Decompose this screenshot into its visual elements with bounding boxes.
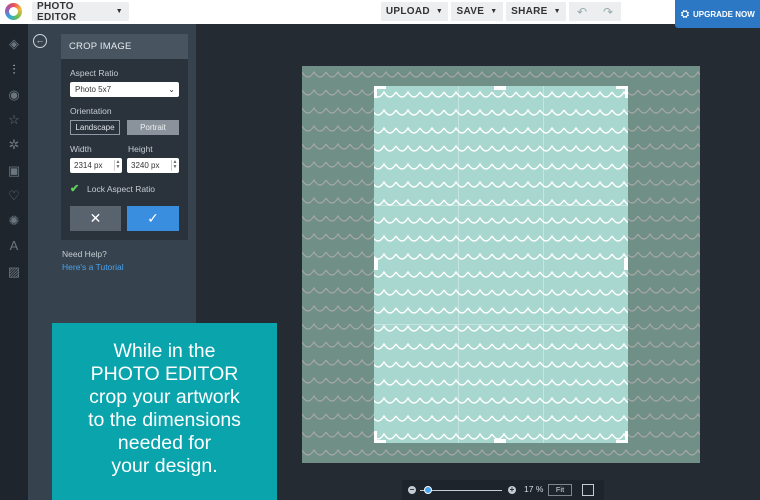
save-button[interactable]: SAVE ▼ — [451, 2, 503, 21]
stepper-icon[interactable]: ▲ ▼ — [114, 160, 121, 171]
grid-line — [543, 86, 544, 443]
text-icon[interactable]: A — [6, 238, 22, 254]
lock-aspect-label: Lock Aspect Ratio — [87, 184, 156, 194]
height-label: Height — [128, 144, 153, 154]
app-menu-dropdown[interactable]: PHOTO EDITOR ▼ — [32, 0, 129, 23]
share-label: SHARE — [511, 6, 548, 17]
lock-aspect-checkbox[interactable]: ✔ — [70, 182, 79, 195]
callout-line: crop your artwork — [89, 386, 240, 408]
fullscreen-icon[interactable] — [582, 484, 594, 496]
upgrade-button[interactable]: ⛭ UPGRADE NOW — [675, 0, 760, 28]
gear-icon[interactable]: ✲ — [6, 137, 22, 153]
layers-icon[interactable]: ◈ — [6, 36, 22, 52]
undo-redo-group: ↶ ↷ — [569, 2, 621, 21]
caret-down-icon: ▼ — [553, 8, 561, 15]
width-value: 2314 px — [74, 161, 103, 170]
callout-line: PHOTO EDITOR — [90, 363, 239, 385]
upgrade-label: UPGRADE NOW — [693, 9, 755, 19]
tool-rail: ◈ ⫶ ◉ ☆ ✲ ▣ ♡ ✺ A ▨ — [0, 24, 28, 500]
app-menu-label: PHOTO EDITOR — [37, 0, 77, 23]
landscape-button[interactable]: Landscape — [70, 120, 120, 135]
app-logo-icon[interactable] — [5, 3, 22, 20]
crop-image-panel: CROP IMAGE Aspect Ratio Photo 5x7 ⌄ Orie… — [61, 34, 188, 240]
callout-line: your design. — [111, 455, 218, 477]
caret-down-icon: ▼ — [490, 8, 498, 15]
adjust-icon[interactable]: ⫶ — [6, 62, 22, 78]
crop-panel-title: CROP IMAGE — [61, 34, 188, 59]
callout-line: While in the — [113, 340, 216, 362]
zoom-slider-track[interactable] — [420, 490, 502, 491]
zoom-out-icon[interactable]: − — [408, 486, 416, 494]
apply-crop-button[interactable]: ✓ — [127, 206, 179, 231]
zoom-value: 17 % — [524, 484, 544, 494]
stepper-icon[interactable]: ▲ ▼ — [171, 160, 178, 171]
crop-corner-handle[interactable] — [616, 431, 628, 443]
portrait-button[interactable]: Portrait — [127, 120, 179, 135]
back-arrow-icon[interactable]: ← — [33, 34, 47, 48]
orientation-label: Orientation — [70, 106, 112, 116]
grid-line — [374, 324, 628, 325]
badge-icon[interactable]: ✺ — [6, 213, 22, 229]
heart-icon[interactable]: ♡ — [6, 188, 22, 204]
grid-line — [374, 205, 628, 206]
save-label: SAVE — [456, 6, 485, 17]
height-input[interactable]: 3240 px ▲ ▼ — [127, 158, 179, 173]
crop-edge-handle[interactable] — [494, 86, 506, 90]
chevron-down-icon: ⌄ — [168, 85, 175, 94]
crop-edge-handle[interactable] — [624, 258, 628, 270]
eye-icon[interactable]: ◉ — [6, 87, 22, 103]
upload-button[interactable]: UPLOAD ▼ — [381, 2, 448, 21]
crop-edge-handle[interactable] — [494, 439, 506, 443]
share-button[interactable]: SHARE ▼ — [506, 2, 566, 21]
redo-icon[interactable]: ↷ — [603, 5, 613, 19]
upgrade-icon: ⛭ — [681, 8, 689, 20]
grid-line — [458, 86, 459, 443]
cancel-crop-button[interactable]: ✕ — [70, 206, 121, 231]
zoom-bar: − + 17 % Fit — [402, 480, 604, 500]
tutorial-link[interactable]: Here's a Tutorial — [62, 262, 124, 272]
callout-line: to the dimensions — [88, 409, 241, 431]
crop-selection[interactable] — [374, 86, 628, 443]
need-help-text: Need Help? — [62, 249, 107, 259]
fit-button[interactable]: Fit — [548, 484, 572, 496]
aspect-ratio-value: Photo 5x7 — [75, 85, 112, 94]
width-input[interactable]: 2314 px ▲ ▼ — [70, 158, 122, 173]
scallop-pattern — [374, 86, 628, 443]
zoom-slider-handle[interactable] — [424, 486, 432, 494]
texture-icon[interactable]: ▨ — [6, 264, 22, 280]
crop-corner-handle[interactable] — [374, 86, 386, 98]
caret-down-icon: ▼ — [435, 8, 444, 15]
upload-label: UPLOAD — [385, 6, 430, 17]
tutorial-callout: While in the PHOTO EDITOR crop your artw… — [52, 323, 277, 500]
frame-icon[interactable]: ▣ — [6, 163, 22, 179]
star-icon[interactable]: ☆ — [6, 112, 22, 128]
crop-corner-handle[interactable] — [374, 431, 386, 443]
height-value: 3240 px — [131, 161, 160, 170]
caret-down-icon: ▼ — [115, 8, 123, 15]
aspect-ratio-select[interactable]: Photo 5x7 ⌄ — [70, 82, 179, 97]
crop-edge-handle[interactable] — [374, 258, 378, 270]
zoom-in-icon[interactable]: + — [508, 486, 516, 494]
aspect-ratio-label: Aspect Ratio — [70, 68, 119, 78]
undo-icon[interactable]: ↶ — [577, 5, 587, 19]
crop-corner-handle[interactable] — [616, 86, 628, 98]
top-bar: PHOTO EDITOR ▼ UPLOAD ▼ SAVE ▼ SHARE ▼ ↶… — [0, 0, 760, 28]
width-label: Width — [70, 144, 92, 154]
callout-line: needed for — [117, 432, 212, 454]
